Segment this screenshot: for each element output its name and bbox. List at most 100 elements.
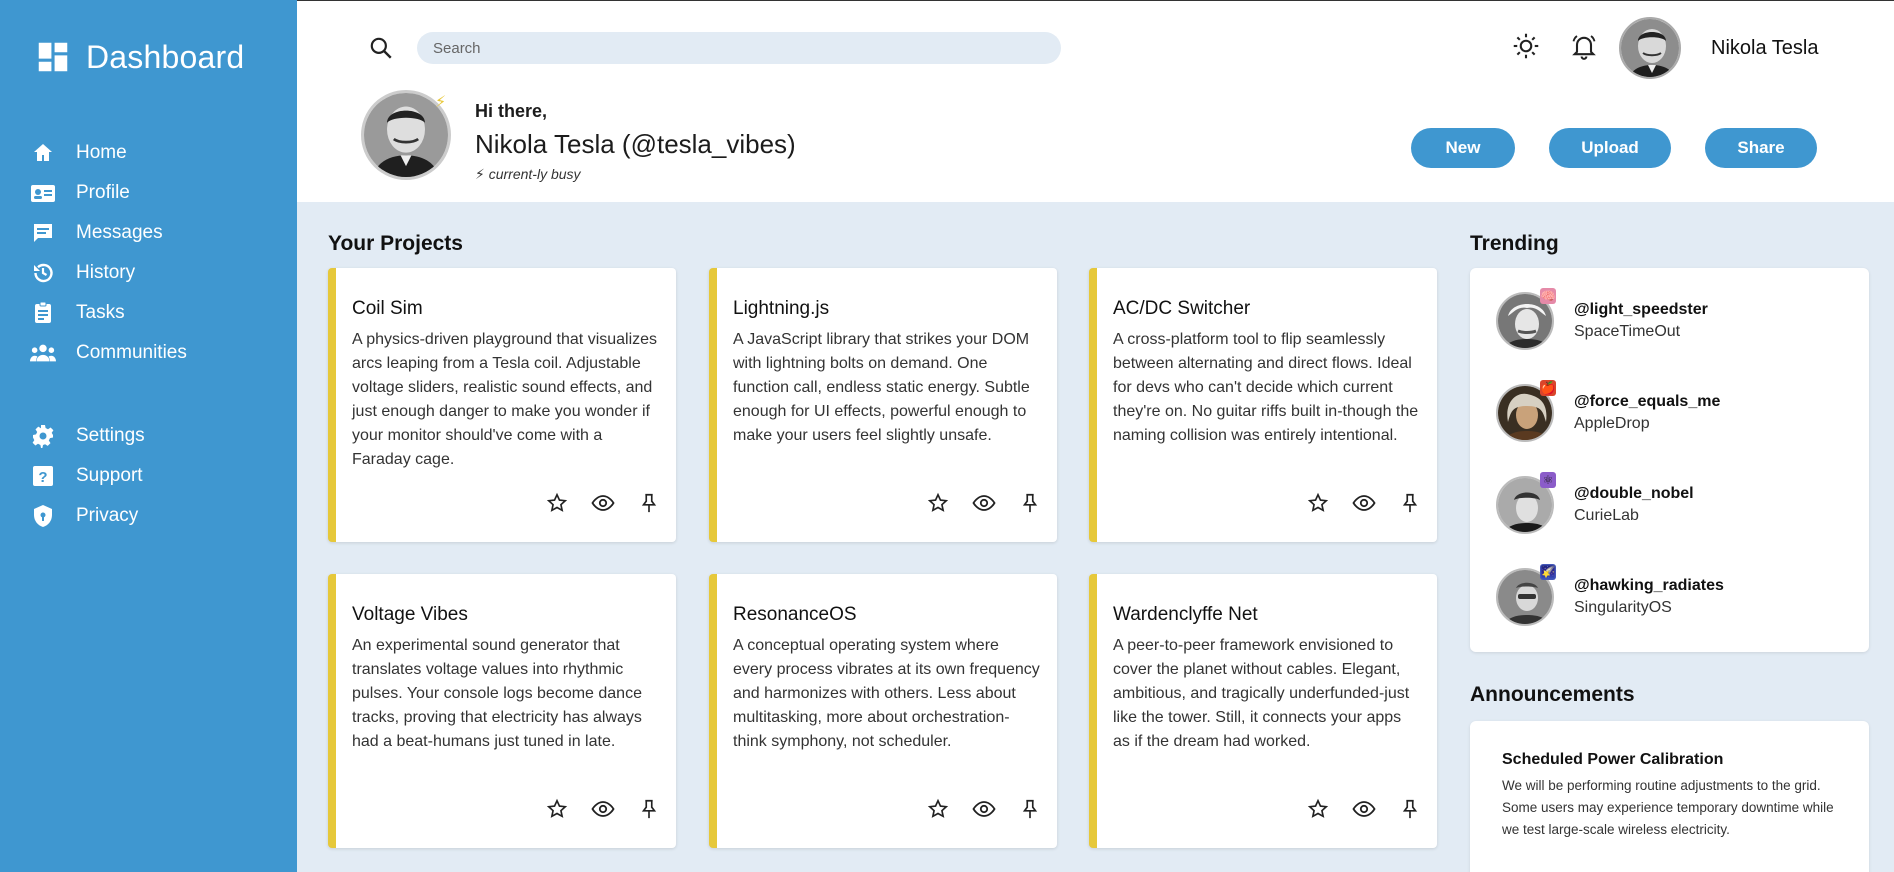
star-icon[interactable]	[1305, 796, 1331, 822]
trending-org: SingularityOS	[1574, 599, 1672, 616]
project-card[interactable]: Coil Sim A physics-driven playground that…	[328, 268, 676, 542]
eye-icon[interactable]	[1351, 490, 1377, 516]
trending-title: Trending	[1470, 232, 1559, 255]
project-actions	[544, 490, 662, 516]
upload-button[interactable]: Upload	[1549, 128, 1671, 168]
trending-item[interactable]: 🌠 @hawking_radiates SingularityOS	[1496, 564, 1724, 626]
profile-full-name: Nikola Tesla (@tesla_vibes)	[475, 129, 796, 159]
project-name: Wardenclyffe Net	[1113, 604, 1258, 625]
project-card[interactable]: Wardenclyffe Net A peer-to-peer framework…	[1089, 574, 1437, 848]
gear-icon	[30, 423, 56, 449]
sidebar-item-settings[interactable]: Settings	[30, 416, 145, 456]
trending-item[interactable]: 🧠 @light_speedster SpaceTimeOut	[1496, 288, 1708, 350]
eye-icon[interactable]	[971, 796, 997, 822]
sidebar-item-support[interactable]: ? Support	[30, 456, 145, 496]
pin-icon[interactable]	[636, 490, 662, 516]
sidebar-item-label: Messages	[76, 222, 163, 243]
trending-item[interactable]: ⚛ @double_nobel CurieLab	[1496, 472, 1694, 534]
pin-icon[interactable]	[1017, 490, 1043, 516]
sidebar-item-label: Communities	[76, 342, 187, 363]
star-icon[interactable]	[544, 490, 570, 516]
sidebar-item-profile[interactable]: Profile	[30, 173, 187, 213]
brand[interactable]: Dashboard	[34, 38, 244, 76]
project-card[interactable]: Lightning.js A JavaScript library that st…	[709, 268, 1057, 542]
project-name: ResonanceOS	[733, 604, 857, 625]
sidebar-item-tasks[interactable]: Tasks	[30, 293, 187, 333]
sidebar-item-label: Support	[76, 465, 143, 486]
sidebar-item-home[interactable]: Home	[30, 133, 187, 173]
svg-text:?: ?	[38, 469, 47, 486]
theme-toggle-sun-icon[interactable]	[1511, 31, 1541, 61]
sidebar-item-communities[interactable]: Communities	[30, 333, 187, 373]
profile-status: ⚡ current-ly busy	[475, 166, 581, 182]
sidebar-item-privacy[interactable]: Privacy	[30, 496, 145, 536]
project-card[interactable]: ResonanceOS A conceptual operating system…	[709, 574, 1057, 848]
history-icon	[30, 260, 56, 286]
project-name: Coil Sim	[352, 298, 423, 319]
search-input[interactable]	[417, 32, 1061, 64]
share-button[interactable]: Share	[1705, 128, 1817, 168]
pin-icon[interactable]	[636, 796, 662, 822]
project-actions	[1305, 796, 1423, 822]
eye-icon[interactable]	[1351, 796, 1377, 822]
sidebar-item-history[interactable]: History	[30, 253, 187, 293]
project-actions	[1305, 490, 1423, 516]
header-avatar[interactable]	[1619, 17, 1681, 79]
project-actions	[925, 490, 1043, 516]
project-name: Voltage Vibes	[352, 604, 468, 625]
trending-handle[interactable]: @hawking_radiates	[1574, 577, 1724, 595]
primary-nav: Home Profile Messages History Tasks Comm…	[30, 133, 187, 373]
trending-badge-icon: 🌠	[1540, 564, 1556, 580]
star-icon[interactable]	[544, 796, 570, 822]
trending-panel: 🧠 @light_speedster SpaceTimeOut 🍎 @force_equ…	[1470, 268, 1869, 652]
shield-icon	[30, 503, 56, 529]
lightning-badge-icon: ⚡	[435, 94, 447, 111]
sidebar-item-messages[interactable]: Messages	[30, 213, 187, 253]
project-description: An experimental sound generator that tra…	[352, 637, 642, 750]
eye-icon[interactable]	[971, 490, 997, 516]
greeting: Hi there,	[475, 101, 548, 121]
help-icon: ?	[30, 463, 56, 489]
trending-item[interactable]: 🍎 @force_equals_me AppleDrop	[1496, 380, 1720, 442]
pin-icon[interactable]	[1397, 490, 1423, 516]
header: Nikola Tesla ⚡ Hi there, Nikola Tesla (@…	[297, 0, 1894, 202]
announcement-title: Scheduled Power Calibration	[1502, 751, 1724, 768]
star-icon[interactable]	[925, 490, 951, 516]
sidebar-item-label: Home	[76, 142, 127, 163]
eye-icon[interactable]	[590, 490, 616, 516]
notification-bell-icon[interactable]	[1569, 31, 1599, 61]
trending-badge-icon: ⚛	[1540, 472, 1556, 488]
clipboard-icon	[30, 300, 56, 326]
project-description: A physics-driven playground that visuali…	[352, 331, 658, 468]
trending-handle[interactable]: @light_speedster	[1574, 301, 1708, 319]
groups-icon	[30, 340, 56, 366]
sidebar-item-label: Privacy	[76, 505, 139, 526]
sidebar-item-label: Settings	[76, 425, 145, 446]
trending-handle[interactable]: @double_nobel	[1574, 485, 1694, 503]
sidebar-item-label: Tasks	[76, 302, 125, 323]
search-icon[interactable]	[368, 35, 394, 61]
sidebar-item-label: Profile	[76, 182, 130, 203]
message-icon	[30, 220, 56, 246]
trending-org: SpaceTimeOut	[1574, 323, 1681, 340]
project-name: AC/DC Switcher	[1113, 298, 1251, 319]
project-description: A JavaScript library that strikes your D…	[733, 331, 1030, 444]
eye-icon[interactable]	[590, 796, 616, 822]
home-icon	[30, 140, 56, 166]
trending-org: AppleDrop	[1574, 415, 1650, 432]
star-icon[interactable]	[1305, 490, 1331, 516]
trending-badge-icon: 🧠	[1540, 288, 1556, 304]
announcements-title: Announcements	[1470, 683, 1635, 706]
projects-title: Your Projects	[328, 232, 463, 255]
project-card[interactable]: AC/DC Switcher A cross-platform tool to f…	[1089, 268, 1437, 542]
pin-icon[interactable]	[1397, 796, 1423, 822]
header-actions: New Upload Share	[1411, 128, 1817, 168]
pin-icon[interactable]	[1017, 796, 1043, 822]
trending-badge-icon: 🍎	[1540, 380, 1556, 396]
star-icon[interactable]	[925, 796, 951, 822]
project-card[interactable]: Voltage Vibes An experimental sound gener…	[328, 574, 676, 848]
trending-handle[interactable]: @force_equals_me	[1574, 393, 1720, 411]
new-button[interactable]: New	[1411, 128, 1515, 168]
project-description: A conceptual operating system where ever…	[733, 637, 1040, 750]
header-user-name[interactable]: Nikola Tesla	[1711, 37, 1818, 60]
